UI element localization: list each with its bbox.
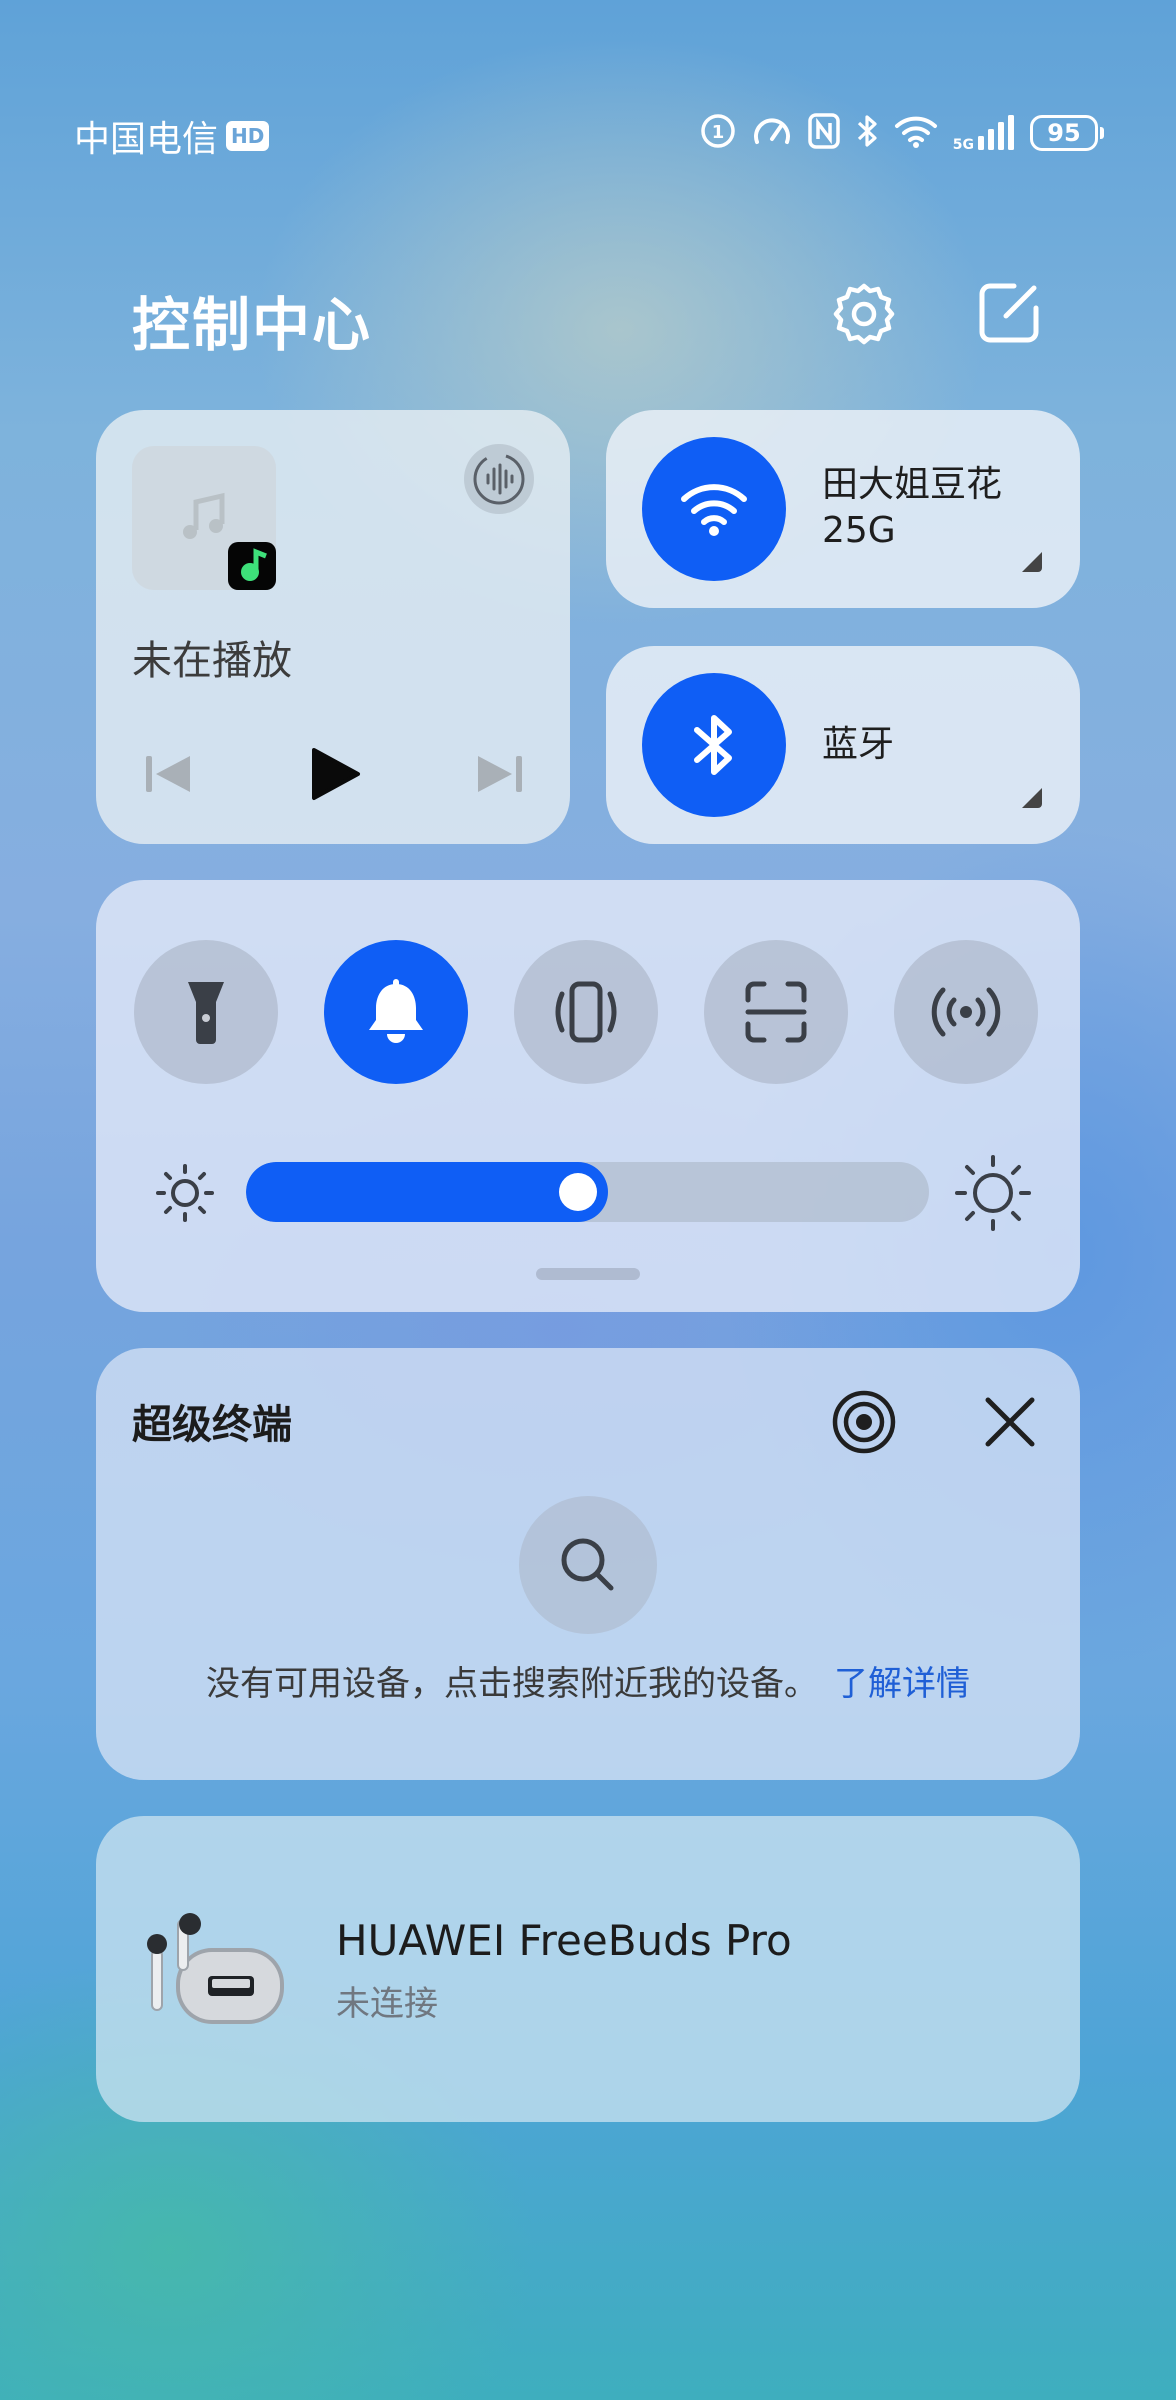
wifi-toggle[interactable] [642, 437, 786, 581]
audio-output-button[interactable] [464, 444, 534, 514]
status-bar-left: 中国电信 HD [74, 110, 270, 162]
data-saver-icon: 1 [699, 112, 737, 154]
scan-toggle[interactable] [704, 940, 848, 1084]
media-card[interactable]: 未在播放 [96, 410, 570, 844]
earbuds-name: HUAWEI FreeBuds Pro [336, 1916, 792, 1965]
brightness-thumb[interactable] [559, 1173, 597, 1211]
music-app-logo [228, 542, 276, 590]
no-device-hint: 没有可用设备，点击搜索附近我的设备。 了解详情 [0, 1656, 1176, 1705]
hd-badge: HD [226, 121, 270, 151]
bluetooth-toggle[interactable] [642, 673, 786, 817]
hint-text: 没有可用设备，点击搜索附近我的设备。 [206, 1664, 818, 1704]
next-icon [478, 756, 522, 792]
wifi-icon [681, 484, 747, 536]
wifi-band: 25G [822, 510, 896, 551]
search-devices-button[interactable] [519, 1496, 657, 1634]
brightness-low-icon [156, 1164, 214, 1222]
battery-level: 95 [1030, 115, 1098, 151]
cellular-signal: 5G [953, 114, 1016, 152]
play-button[interactable] [306, 746, 362, 806]
media-status: 未在播放 [132, 638, 292, 684]
expand-corner-icon[interactable] [1020, 786, 1044, 810]
super-device-title: 超级终端 [132, 1402, 292, 1448]
wifi-card[interactable]: 田大姐豆花 25G [606, 410, 1080, 608]
network-type-label: 5G [952, 137, 974, 153]
earbuds-image [147, 1913, 284, 2024]
signal-bars-icon [978, 115, 1014, 150]
brightness-slider[interactable] [246, 1162, 929, 1222]
wifi-network-name: 田大姐豆花 [822, 464, 1003, 505]
bluetooth-card[interactable]: 蓝牙 [606, 646, 1080, 844]
next-track-button[interactable] [474, 752, 526, 800]
brightness-fill [246, 1162, 608, 1222]
carrier-name: 中国电信 [74, 119, 219, 160]
vibrate-toggle[interactable] [514, 940, 658, 1084]
vibrate-icon [555, 981, 617, 1043]
bluetooth-icon [694, 715, 732, 775]
bluetooth-label: 蓝牙 [822, 724, 895, 765]
page-title: 控制中心 [132, 291, 373, 359]
previous-track-button[interactable] [144, 752, 196, 800]
speed-meter-icon [751, 112, 793, 154]
expand-corner-icon[interactable] [1020, 550, 1044, 574]
brightness-high-icon [955, 1155, 1031, 1231]
edit-icon [979, 283, 1039, 343]
battery-indicator: 95 [1030, 115, 1104, 151]
play-icon [312, 748, 360, 800]
status-bar-right: 1 5G 95 [699, 112, 1104, 154]
music-note-icon [183, 492, 225, 539]
expand-handle[interactable] [536, 1268, 640, 1280]
search-icon [561, 1538, 614, 1591]
flashlight-icon [188, 982, 224, 1044]
nfc-toggle[interactable] [894, 940, 1038, 1084]
earbuds-status: 未连接 [336, 1984, 438, 2024]
settings-button[interactable] [830, 280, 898, 352]
earbuds-card[interactable]: HUAWEI FreeBuds Pro 未连接 [96, 1816, 1080, 2122]
audio-wave-icon [473, 453, 525, 505]
wifi-status-icon [893, 112, 939, 154]
album-art [132, 446, 276, 590]
radar-scan-button[interactable] [830, 1388, 898, 1456]
bell-icon [369, 979, 423, 1043]
scan-icon [745, 981, 807, 1043]
svg-text:1: 1 [712, 122, 725, 143]
previous-icon [146, 756, 190, 792]
ring-mode-toggle[interactable] [324, 940, 468, 1084]
gear-icon [833, 283, 895, 345]
close-icon[interactable] [982, 1394, 1038, 1450]
nfc-status-icon [807, 112, 841, 154]
nfc-signal-icon [931, 987, 1001, 1037]
bluetooth-status-icon [855, 112, 879, 154]
edit-button[interactable] [976, 280, 1042, 350]
learn-more-link[interactable]: 了解详情 [834, 1664, 970, 1704]
battery-cap [1100, 127, 1104, 139]
flashlight-toggle[interactable] [134, 940, 278, 1084]
